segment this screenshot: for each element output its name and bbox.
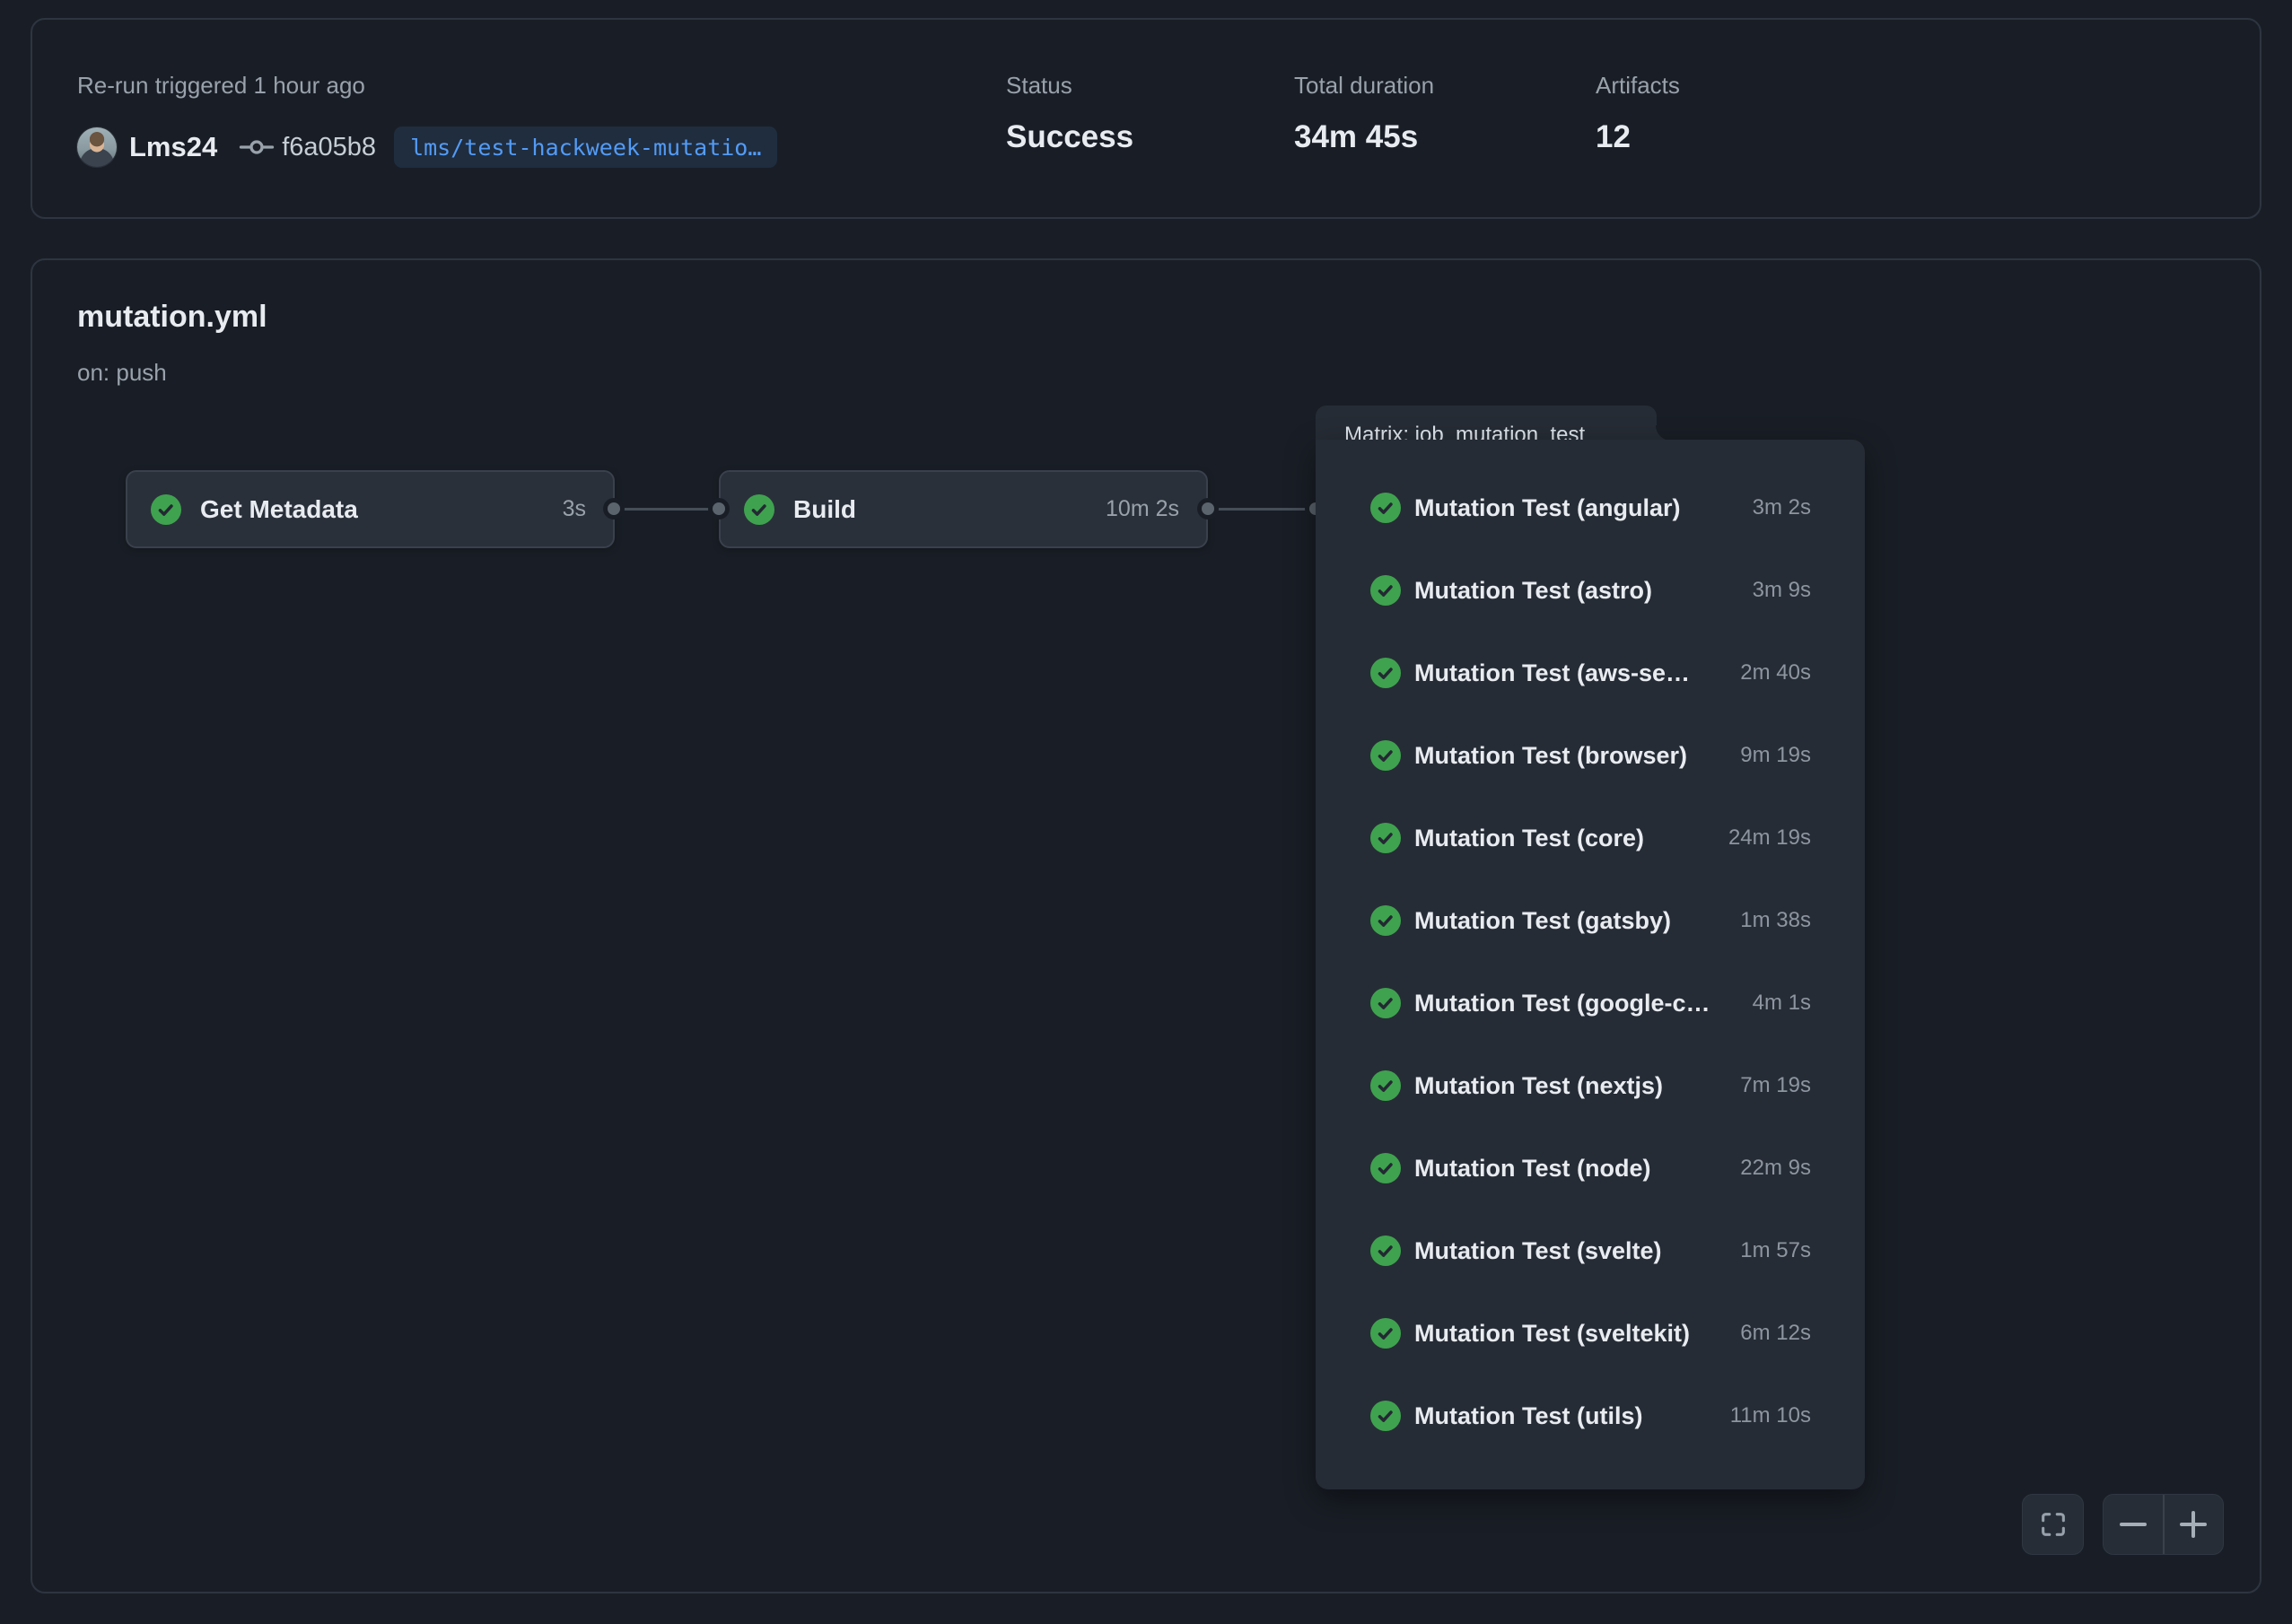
check-circle-icon [151,494,181,525]
matrix-job-duration: 7m 19s [1740,1073,1811,1098]
matrix-job-row[interactable]: Mutation Test (google-c… 4m 1s [1316,962,1865,1044]
fullscreen-button[interactable] [2022,1494,2084,1555]
zoom-in-button[interactable] [2165,1495,2224,1554]
matrix-job-name: Mutation Test (node) [1414,1155,1650,1183]
matrix-job-duration: 2m 40s [1740,660,1811,685]
matrix-job-row[interactable]: Mutation Test (gatsby) 1m 38s [1316,879,1865,962]
job-duration: 3s [563,496,586,522]
matrix-job-row[interactable]: Mutation Test (astro) 3m 9s [1316,549,1865,632]
matrix-job-row[interactable]: Mutation Test (aws-se… 2m 40s [1316,632,1865,714]
matrix-job-row[interactable]: Mutation Test (sveltekit) 6m 12s [1316,1292,1865,1375]
matrix-job-duration: 24m 19s [1728,825,1811,851]
matrix-job-name: Mutation Test (angular) [1414,494,1681,522]
matrix-job-duration: 6m 12s [1740,1321,1811,1346]
status-column: Status Success [1006,72,1133,155]
workflow-file-title: mutation.yml [77,300,267,335]
job-node-get-metadata[interactable]: Get Metadata 3s [126,470,615,548]
edge-getmetadata-build [614,508,719,511]
matrix-job-name: Mutation Test (core) [1414,825,1644,852]
check-circle-icon [1370,823,1401,853]
job-node-build[interactable]: Build 10m 2s [719,470,1208,548]
check-circle-icon [1370,1318,1401,1349]
matrix-job-name: Mutation Test (svelte) [1414,1237,1662,1265]
matrix-job-name: Mutation Test (browser) [1414,742,1687,770]
check-circle-icon [1370,575,1401,606]
matrix-job-row[interactable]: Mutation Test (utils) 11m 10s [1316,1375,1865,1457]
workflow-trigger: on: push [77,359,167,387]
avatar[interactable] [77,127,117,167]
connector-dot [708,498,730,520]
run-summary-card: Re-run triggered 1 hour ago Lms24 f6a05b… [31,18,2261,219]
edge-build-matrix [1208,508,1316,511]
commit-sha-link[interactable]: f6a05b8 [282,133,376,162]
status-label: Status [1006,72,1133,100]
job-name: Build [793,495,856,524]
check-circle-icon [1370,905,1401,936]
matrix-job-duration: 4m 1s [1753,991,1811,1016]
run-trigger-text: Re-run triggered 1 hour ago [77,72,365,100]
check-circle-icon [744,494,774,525]
duration-label: Total duration [1294,72,1434,100]
run-actor-row: Lms24 f6a05b8 lms/test-hackweek-mutatio… [77,126,777,169]
job-duration: 10m 2s [1106,496,1179,522]
git-commit-icon [239,129,275,165]
matrix-job-row[interactable]: Mutation Test (nextjs) 7m 19s [1316,1044,1865,1127]
matrix-job-row[interactable]: Mutation Test (browser) 9m 19s [1316,714,1865,797]
matrix-job-duration: 22m 9s [1740,1156,1811,1181]
matrix-job-name: Mutation Test (utils) [1414,1402,1642,1430]
check-circle-icon [1370,1070,1401,1101]
status-value: Success [1006,119,1133,155]
check-circle-icon [1370,1153,1401,1183]
artifacts-count: 12 [1596,119,1680,155]
matrix-job-name: Mutation Test (google-c… [1414,990,1710,1017]
matrix-job-row[interactable]: Mutation Test (core) 24m 19s [1316,797,1865,879]
workflow-run-page: Re-run triggered 1 hour ago Lms24 f6a05b… [0,0,2292,1624]
matrix-job-row[interactable]: Mutation Test (svelte) 1m 57s [1316,1209,1865,1292]
matrix-job-list: Mutation Test (angular) 3m 2s Mutation T… [1316,440,1865,1489]
matrix-job-name: Mutation Test (nextjs) [1414,1072,1663,1100]
matrix-job-name: Mutation Test (aws-se… [1414,659,1690,687]
check-circle-icon [1370,988,1401,1018]
minus-icon [2120,1523,2147,1526]
connector-dot [603,498,625,520]
matrix-job-row[interactable]: Mutation Test (angular) 3m 2s [1316,467,1865,549]
check-circle-icon [1370,658,1401,688]
artifacts-column: Artifacts 12 [1596,72,1680,155]
matrix-job-name: Mutation Test (astro) [1414,577,1652,605]
check-circle-icon [1370,740,1401,771]
connector-dot [1197,498,1219,520]
job-name: Get Metadata [200,495,358,524]
check-circle-icon [1370,1235,1401,1266]
matrix-job-row[interactable]: Mutation Test (node) 22m 9s [1316,1127,1865,1209]
duration-value: 34m 45s [1294,119,1434,155]
zoom-control [2103,1494,2224,1555]
matrix-job-duration: 1m 57s [1740,1238,1811,1263]
artifacts-label: Artifacts [1596,72,1680,100]
matrix-job-name: Mutation Test (gatsby) [1414,907,1671,935]
matrix-job-duration: 9m 19s [1740,743,1811,768]
zoom-out-button[interactable] [2104,1495,2163,1554]
check-circle-icon [1370,1401,1401,1431]
branch-badge[interactable]: lms/test-hackweek-mutatio… [394,127,777,168]
matrix-job-duration: 3m 2s [1753,495,1811,520]
matrix-job-duration: 1m 38s [1740,908,1811,933]
workflow-graph-card: mutation.yml on: push [31,258,2261,1593]
matrix-job-duration: 3m 9s [1753,578,1811,603]
matrix-job-name: Mutation Test (sveltekit) [1414,1320,1690,1348]
actor-name-link[interactable]: Lms24 [129,131,217,163]
expand-icon [2038,1509,2069,1540]
duration-column: Total duration 34m 45s [1294,72,1434,155]
plus-icon [2180,1511,2207,1538]
matrix-job-duration: 11m 10s [1730,1403,1811,1428]
check-circle-icon [1370,493,1401,523]
